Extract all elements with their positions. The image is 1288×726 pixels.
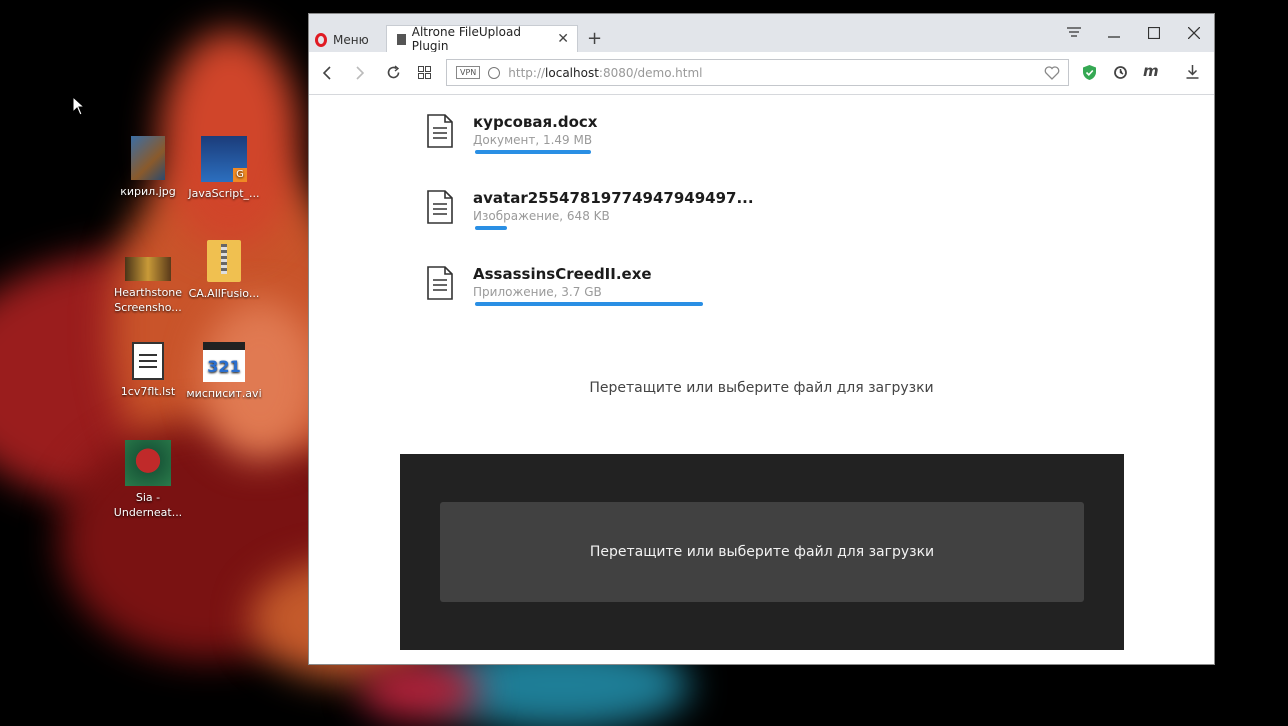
file-name: avatar25547819774947949497... [473,189,754,207]
bookmark-heart-icon[interactable] [1044,65,1060,80]
opera-menu-button[interactable]: Меню [315,29,369,51]
dropzone-dark-hint: Перетащите или выберите файл для загрузк… [589,544,935,560]
mouse-cursor-icon [72,96,86,116]
file-item: курсовая.docx Документ, 1.49 MB [424,113,784,173]
dropzone-dark-panel: Перетащите или выберите файл для загрузк… [400,454,1124,650]
close-window-icon[interactable] [1188,27,1200,39]
upload-progress-bar [475,226,507,230]
browser-toolbar: VPN http://localhost:8080/demo.html m [309,52,1214,95]
image-thumbnail-icon [125,257,171,281]
upload-progress-bar [475,302,703,306]
tab-menu-icon[interactable] [1067,27,1081,39]
badge-icon: G [233,168,247,182]
image-thumbnail-icon [131,136,165,180]
minimize-icon[interactable] [1108,32,1120,38]
desktop-icon-kiril-jpg[interactable]: кирил.jpg [110,136,186,199]
file-item: AssassinsCreedII.exe Приложение, 3.7 GB [424,265,784,325]
file-name: AssassinsCreedII.exe [473,265,652,283]
desktop-icon-javascript-book[interactable]: G JavaScript_... [186,136,262,201]
snapshot-icon[interactable] [1113,65,1128,80]
url-protocol: http:// [508,65,546,80]
tab-title: Altrone FileUpload Plugin [411,25,521,53]
maximize-icon[interactable] [1148,27,1160,39]
forward-icon[interactable] [356,66,364,80]
file-item: avatar25547819774947949497... Изображени… [424,189,784,249]
desktop-icon-hearthstone[interactable]: Hearthstone Screensho... [110,257,186,315]
page-icon [397,33,406,45]
upload-progress-bar [475,150,591,154]
vpn-badge[interactable]: VPN [456,66,481,79]
file-meta: Приложение, 3.7 GB [473,285,602,299]
book-cover-icon: G [201,136,247,182]
desktop-icon-1cv7flt[interactable]: 1cv7flt.lst [110,342,186,399]
tab-altrone-fileupload[interactable]: Altrone FileUpload Plugin ✕ [386,25,578,53]
dropzone-light-hint[interactable]: Перетащите или выберите файл для загрузк… [309,380,1214,396]
document-icon [427,114,453,148]
url-host: localhost [545,65,599,80]
file-name: курсовая.docx [473,113,598,131]
file-meta: Документ, 1.49 MB [473,133,593,147]
text-file-icon [132,342,164,380]
tiles-icon[interactable] [418,66,431,79]
reload-icon[interactable] [386,65,401,80]
back-icon[interactable] [323,66,331,80]
close-tab-icon[interactable]: ✕ [557,31,569,47]
page-content: курсовая.docx Документ, 1.49 MB avatar25… [309,95,1214,664]
dropzone-dark-area[interactable]: Перетащите или выберите файл для загрузк… [440,502,1084,602]
opera-logo-icon [315,33,327,47]
downloads-icon[interactable] [1186,65,1199,79]
document-icon [427,266,453,300]
document-icon [427,190,453,224]
album-art-icon [125,440,171,486]
browser-window: Меню Altrone FileUpload Plugin ✕ + VPN h… [309,14,1214,664]
desktop-icon-ca-allfusion[interactable]: CA.AllFusio... [186,240,262,301]
url-path: :8080/demo.html [598,65,703,80]
adblock-shield-icon[interactable] [1082,64,1097,81]
desktop-icon-sia-underneath[interactable]: Sia - Underneat... [110,440,186,520]
desktop-icon-mispisit-avi[interactable]: 321 мисписит.avi [186,342,262,401]
new-tab-button[interactable]: + [587,28,602,49]
browser-titlebar: Меню Altrone FileUpload Plugin ✕ + [309,14,1214,53]
video-file-icon: 321 [203,342,245,382]
address-bar[interactable]: VPN http://localhost:8080/demo.html [446,59,1069,86]
file-meta: Изображение, 648 KB [473,209,610,223]
zip-folder-icon [207,240,241,282]
messenger-m-icon[interactable]: m [1143,62,1159,80]
globe-icon [488,66,501,79]
